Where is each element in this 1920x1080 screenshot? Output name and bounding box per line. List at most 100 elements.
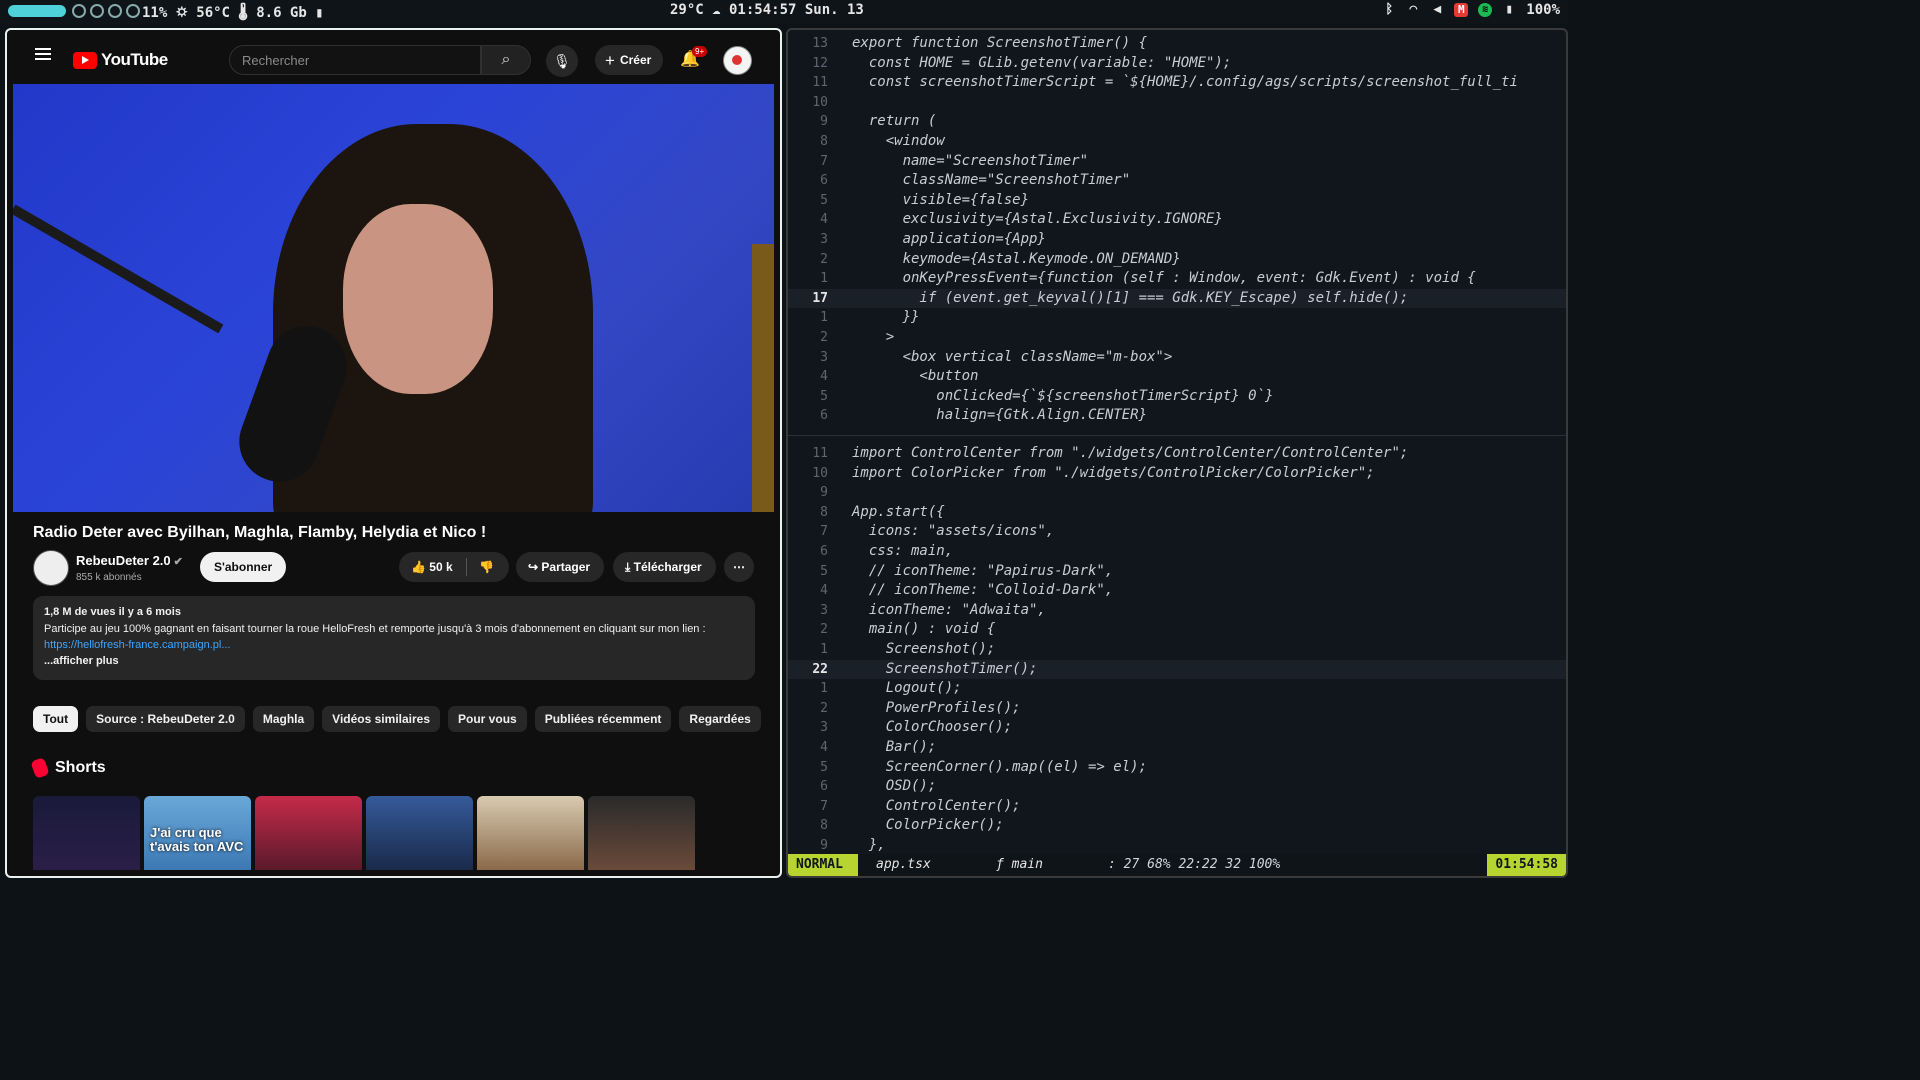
code-line[interactable]: 4 Bar(); (788, 738, 1566, 757)
code-text[interactable]: Screenshot(); (852, 640, 996, 659)
chip[interactable]: Maghla (252, 706, 315, 732)
code-line[interactable]: 2 keymode={Astal.Keymode.ON_DEMAND} (788, 250, 1566, 269)
code-text[interactable]: PowerProfiles(); (852, 699, 1021, 718)
chip[interactable]: Publiées récemment (534, 706, 672, 732)
code-line[interactable]: 8 ColorPicker(); (788, 816, 1566, 835)
code-line[interactable]: 13 export function ScreenshotTimer() { (788, 34, 1566, 53)
code-text[interactable]: icons: "assets/icons", (852, 522, 1054, 541)
code-line[interactable]: 11 const screenshotTimerScript = `${HOME… (788, 73, 1566, 92)
like-button[interactable]: 👍 50 k 👎 (399, 552, 509, 582)
short-thumbnail[interactable] (366, 796, 473, 870)
code-text[interactable]: iconTheme: "Adwaita", (852, 601, 1046, 620)
code-text[interactable]: <box vertical className="m-box"> (852, 348, 1173, 367)
channel-name-text[interactable]: RebeuDeter 2.0 (76, 553, 171, 568)
code-text[interactable]: ScreenshotTimer(); (852, 660, 1038, 679)
code-text[interactable]: onClicked={`${screenshotTimerScript} 0`} (852, 387, 1273, 406)
code-text[interactable]: OSD(); (852, 777, 937, 796)
code-text[interactable]: <button (852, 367, 978, 386)
code-line[interactable]: 3 ColorChooser(); (788, 718, 1566, 737)
mail-icon[interactable]: M (1454, 3, 1469, 17)
code-line[interactable]: 10 import ColorPicker from "./widgets/Con… (788, 464, 1566, 483)
chip[interactable]: Vidéos similaires (322, 706, 441, 732)
menu-icon[interactable] (35, 53, 51, 55)
code-line[interactable]: 8 <window (788, 132, 1566, 151)
spotify-icon[interactable]: ≋ (1478, 3, 1493, 17)
search-icon[interactable]: ⌕ (481, 45, 531, 75)
code-text[interactable]: }} (852, 308, 920, 327)
code-text[interactable]: Bar(); (852, 738, 937, 757)
subscribe-button[interactable]: S'abonner (200, 552, 287, 582)
code-line[interactable]: 5 onClicked={`${screenshotTimerScript} 0… (788, 387, 1566, 406)
short-thumbnail[interactable] (477, 796, 584, 870)
workspace-dot[interactable] (108, 4, 122, 18)
code-line[interactable]: 7 icons: "assets/icons", (788, 522, 1566, 541)
download-button[interactable]: ⤓ Télécharger (613, 552, 716, 582)
video-player[interactable] (13, 84, 774, 512)
code-text[interactable]: application={App} (852, 230, 1046, 249)
code-line[interactable]: 5 ScreenCorner().map((el) => el); (788, 758, 1566, 777)
channel-avatar[interactable] (33, 550, 69, 586)
short-thumbnail[interactable]: J'ai cru que t'avais ton AVC (144, 796, 251, 870)
code-text[interactable]: <window (852, 132, 945, 151)
code-line[interactable]: 9 }, (788, 836, 1566, 855)
code-text[interactable]: visible={false} (852, 191, 1029, 210)
code-text[interactable]: const screenshotTimerScript = `${HOME}/.… (852, 73, 1518, 92)
code-text[interactable]: import ColorPicker from "./widgets/Contr… (852, 464, 1375, 483)
code-line[interactable]: 1 }} (788, 308, 1566, 327)
code-text[interactable]: export function ScreenshotTimer() { (852, 34, 1147, 53)
code-line[interactable]: 1 onKeyPressEvent={function (self : Wind… (788, 269, 1566, 288)
code-text[interactable]: Logout(); (852, 679, 962, 698)
code-line[interactable]: 11 import ControlCenter from "./widgets/C… (788, 444, 1566, 463)
chip[interactable]: Tout (33, 706, 79, 732)
code-line[interactable]: 4 // iconTheme: "Colloid-Dark", (788, 581, 1566, 600)
volume-icon[interactable]: ◀ (1430, 3, 1444, 17)
workspace-dots[interactable] (72, 4, 140, 18)
youtube-logo[interactable]: YouTube (73, 50, 168, 70)
search-input[interactable]: Rechercher (229, 45, 481, 75)
code-line[interactable]: 2 PowerProfiles(); (788, 699, 1566, 718)
code-text[interactable]: import ControlCenter from "./widgets/Con… (852, 444, 1408, 463)
short-thumbnail[interactable] (588, 796, 695, 870)
code-line[interactable]: 10 (788, 93, 1566, 112)
code-text[interactable]: ScreenCorner().map((el) => el); (852, 758, 1147, 777)
code-line[interactable]: 2 > (788, 328, 1566, 347)
avatar[interactable] (723, 46, 752, 75)
code-line[interactable]: 1 Screenshot(); (788, 640, 1566, 659)
code-line[interactable]: 2 main() : void { (788, 620, 1566, 639)
workspace-dot[interactable] (72, 4, 86, 18)
code-line-current[interactable]: 17 if (event.get_keyval()[1] === Gdk.KEY… (788, 288, 1566, 308)
editor-pane-top[interactable]: 13 export function ScreenshotTimer() { 12… (788, 30, 1566, 434)
file-name[interactable]: app.tsx (876, 854, 931, 876)
code-editor[interactable]: 13 export function ScreenshotTimer() { 12… (786, 28, 1568, 878)
code-line[interactable]: 12 const HOME = GLib.getenv(variable: "H… (788, 54, 1566, 73)
show-more-link[interactable]: ...afficher plus (44, 655, 119, 667)
code-text[interactable]: App.start({ (852, 503, 945, 522)
code-text[interactable]: keymode={Astal.Keymode.ON_DEMAND} (852, 250, 1181, 269)
code-text[interactable]: // iconTheme: "Papirus-Dark", (852, 562, 1113, 581)
code-text[interactable]: ControlCenter(); (852, 797, 1021, 816)
code-text[interactable]: > (852, 328, 894, 347)
code-line[interactable]: 5 // iconTheme: "Papirus-Dark", (788, 562, 1566, 581)
code-line[interactable]: 9 (788, 483, 1566, 502)
code-line[interactable]: 8 App.start({ (788, 503, 1566, 522)
code-text[interactable]: const HOME = GLib.getenv(variable: "HOME… (852, 54, 1231, 73)
chip[interactable]: Pour vous (448, 706, 527, 732)
code-line[interactable]: 3 application={App} (788, 230, 1566, 249)
code-text[interactable]: className="ScreenshotTimer" (852, 171, 1131, 190)
create-button[interactable]: + Créer (595, 45, 664, 75)
code-line[interactable]: 7 ControlCenter(); (788, 797, 1566, 816)
code-line[interactable]: 9 return ( (788, 112, 1566, 131)
description-link[interactable]: https://hellofresh-france.campaign.pl... (44, 639, 230, 651)
code-line[interactable]: 3 <box vertical className="m-box"> (788, 348, 1566, 367)
short-thumbnail[interactable] (255, 796, 362, 870)
code-line[interactable]: 1 Logout(); (788, 679, 1566, 698)
thumbs-down-icon[interactable]: 👎 (479, 552, 494, 582)
workspace-dot[interactable] (90, 4, 104, 18)
code-line[interactable]: 6 halign={Gtk.Align.CENTER} (788, 406, 1566, 425)
code-text[interactable]: name="ScreenshotTimer" (852, 152, 1088, 171)
chip[interactable]: Source : RebeuDeter 2.0 (86, 706, 245, 732)
chip[interactable]: Regardées (679, 706, 761, 732)
code-text[interactable]: main() : void { (852, 620, 995, 639)
code-text[interactable]: css: main, (852, 542, 953, 561)
code-text[interactable]: }, (852, 836, 886, 855)
